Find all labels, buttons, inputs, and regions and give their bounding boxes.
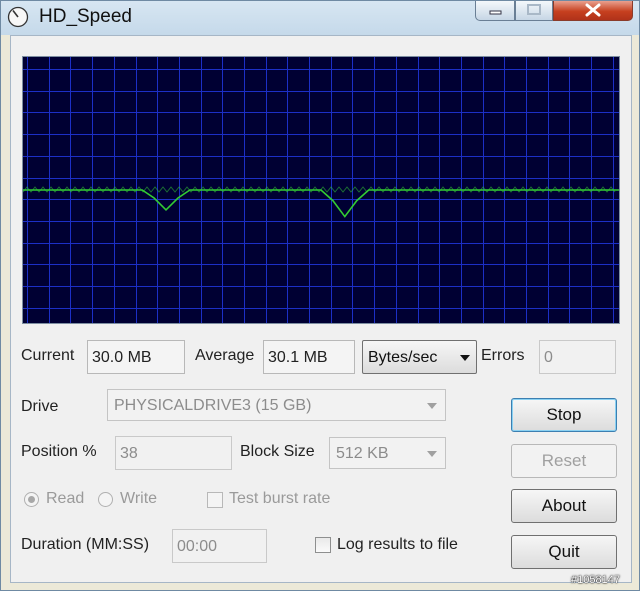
gauge-icon bbox=[7, 6, 29, 28]
about-button[interactable]: About bbox=[511, 489, 617, 523]
close-button[interactable] bbox=[553, 1, 633, 21]
maximize-button[interactable] bbox=[515, 1, 553, 21]
minimize-button[interactable] bbox=[475, 1, 515, 21]
duration-label: Duration (MM:SS) bbox=[21, 536, 150, 553]
block-size-dropdown-value: 512 KB bbox=[336, 445, 389, 462]
write-label: Write bbox=[120, 490, 158, 507]
dropdown-arrow-icon bbox=[427, 403, 437, 409]
units-dropdown-value: Bytes/sec bbox=[368, 349, 438, 366]
test-burst-checkbox[interactable] bbox=[207, 492, 223, 508]
log-results-checkbox[interactable] bbox=[315, 537, 331, 553]
window-title: HD_Speed bbox=[39, 6, 132, 27]
current-label: Current bbox=[21, 347, 75, 364]
units-dropdown[interactable]: Bytes/sec bbox=[362, 340, 477, 374]
block-size-dropdown[interactable]: 512 KB bbox=[329, 437, 446, 469]
errors-label: Errors bbox=[481, 347, 525, 364]
average-label: Average bbox=[195, 347, 255, 364]
position-field[interactable]: 38 bbox=[115, 436, 232, 470]
maximize-icon bbox=[527, 4, 541, 15]
reset-button[interactable]: Reset bbox=[511, 444, 617, 478]
test-burst-label: Test burst rate bbox=[229, 490, 331, 507]
drive-dropdown[interactable]: PHYSICALDRIVE3 (15 GB) bbox=[107, 389, 446, 421]
read-radio[interactable] bbox=[24, 492, 39, 507]
title-bar[interactable]: HD_Speed bbox=[1, 1, 639, 35]
average-field: 30.1 MB bbox=[263, 340, 355, 374]
speed-trace-line bbox=[23, 189, 619, 218]
drive-dropdown-value: PHYSICALDRIVE3 (15 GB) bbox=[114, 397, 312, 414]
block-size-label: Block Size bbox=[240, 443, 315, 460]
position-label: Position % bbox=[21, 443, 97, 460]
current-field: 30.0 MB bbox=[87, 340, 185, 374]
read-label: Read bbox=[46, 490, 85, 507]
errors-field: 0 bbox=[539, 340, 616, 374]
dropdown-arrow-icon bbox=[460, 355, 470, 361]
duration-field[interactable]: 00:00 bbox=[172, 529, 267, 563]
quit-button[interactable]: Quit bbox=[511, 535, 617, 569]
speed-graph bbox=[22, 56, 620, 324]
stop-button[interactable]: Stop bbox=[511, 398, 617, 432]
speed-graph-plot bbox=[23, 57, 619, 323]
watermark-text: #1058147 bbox=[571, 574, 620, 586]
log-results-label: Log results to file bbox=[337, 536, 458, 553]
write-radio[interactable] bbox=[98, 492, 113, 507]
dropdown-arrow-icon bbox=[427, 451, 437, 457]
drive-label: Drive bbox=[21, 398, 59, 415]
minimize-icon bbox=[489, 10, 502, 15]
close-icon bbox=[585, 3, 601, 17]
